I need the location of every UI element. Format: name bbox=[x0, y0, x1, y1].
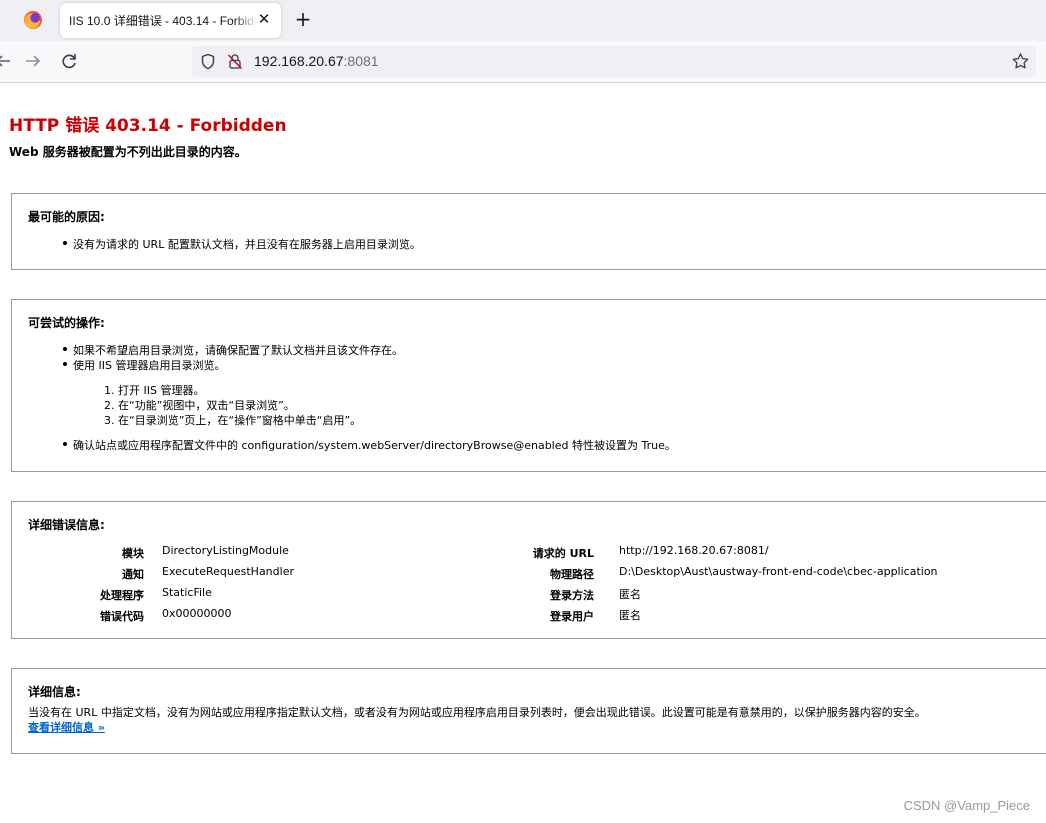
back-icon[interactable] bbox=[0, 50, 14, 72]
url-host: 192.168.20.67 bbox=[254, 53, 344, 69]
more-info-heading: 详细信息: bbox=[28, 685, 81, 699]
page-content: HTTP 错误 403.14 - Forbidden Web 服务器被配置为不列… bbox=[0, 83, 1046, 823]
detail-value: 匿名 bbox=[619, 609, 641, 622]
insecure-lock-icon[interactable] bbox=[227, 53, 243, 70]
action-item: 使用 IIS 管理器启用目录浏览。 bbox=[62, 359, 226, 372]
watermark: CSDN @Vamp_Piece bbox=[903, 798, 1030, 813]
tab-bar: IIS 10.0 详细错误 - 403.14 - Forbidden ✕ + bbox=[0, 0, 1046, 41]
detail-label: 通知 bbox=[122, 568, 144, 581]
detail-label: 处理程序 bbox=[100, 589, 144, 602]
action-step: 1. 打开 IIS 管理器。 bbox=[104, 384, 205, 397]
actions-heading: 可尝试的操作: bbox=[28, 316, 105, 330]
detail-label: 请求的 URL bbox=[532, 547, 594, 560]
causes-heading: 最可能的原因: bbox=[28, 210, 105, 224]
detail-label: 错误代码 bbox=[100, 610, 144, 623]
action-item: 如果不希望启用目录浏览，请确保配置了默认文档并且该文件存在。 bbox=[63, 344, 403, 357]
new-tab-icon[interactable]: + bbox=[292, 8, 314, 30]
details-heading: 详细错误信息: bbox=[28, 518, 105, 532]
detail-label: 模块 bbox=[122, 547, 144, 560]
url-bar[interactable]: 192.168.20.67:8081 bbox=[192, 46, 1036, 77]
shield-icon[interactable] bbox=[200, 53, 216, 70]
action-step: 2. 在“功能”视图中，双击“目录浏览”。 bbox=[104, 399, 295, 412]
action-item: 确认站点或应用程序配置文件中的 configuration/system.web… bbox=[63, 439, 676, 452]
detail-label: 物理路径 bbox=[550, 568, 594, 581]
tab-title: IIS 10.0 详细错误 - 403.14 - Forbidden bbox=[69, 14, 257, 28]
bookmark-star-icon[interactable] bbox=[1011, 52, 1030, 71]
forward-icon[interactable] bbox=[22, 50, 44, 72]
more-info-box: 详细信息: 当没有在 URL 中指定文档，没有为网站或应用程序指定默认文档，或者… bbox=[11, 668, 1046, 754]
more-info-text: 当没有在 URL 中指定文档，没有为网站或应用程序指定默认文档，或者没有为网站或… bbox=[28, 706, 926, 719]
cause-item: 没有为请求的 URL 配置默认文档，并且没有在服务器上启用目录浏览。 bbox=[63, 238, 421, 251]
action-step: 3. 在“目录浏览”页上，在“操作”窗格中单击“启用”。 bbox=[104, 414, 362, 427]
detail-value: DirectoryListingModule bbox=[162, 544, 289, 557]
detail-value: 0x00000000 bbox=[162, 607, 232, 620]
causes-box: 最可能的原因: 没有为请求的 URL 配置默认文档，并且没有在服务器上启用目录浏… bbox=[11, 193, 1046, 270]
detail-value: http://192.168.20.67:8081/ bbox=[619, 544, 769, 557]
more-info-link[interactable]: 查看详细信息 » bbox=[28, 719, 105, 735]
detail-value: D:\Desktop\Aust\austway-front-end-code\c… bbox=[619, 565, 938, 578]
error-subtitle: Web 服务器被配置为不列出此目录的内容。 bbox=[9, 145, 247, 159]
details-box: 详细错误信息: 模块 DirectoryListingModule 通知 Exe… bbox=[11, 501, 1046, 639]
detail-label: 登录用户 bbox=[550, 610, 594, 623]
close-icon[interactable]: ✕ bbox=[255, 10, 273, 28]
detail-label: 登录方法 bbox=[550, 589, 594, 602]
url-port: :8081 bbox=[343, 53, 379, 69]
detail-value: ExecuteRequestHandler bbox=[162, 565, 294, 578]
actions-box: 可尝试的操作: 如果不希望启用目录浏览，请确保配置了默认文档并且该文件存在。 使… bbox=[11, 299, 1046, 472]
detail-value: 匿名 bbox=[619, 588, 641, 601]
url-text[interactable]: 192.168.20.67:8081 bbox=[254, 53, 379, 69]
browser-tab[interactable]: IIS 10.0 详细错误 - 403.14 - Forbidden ✕ bbox=[60, 3, 281, 38]
firefox-logo-icon[interactable] bbox=[24, 11, 42, 29]
detail-value: StaticFile bbox=[162, 586, 212, 599]
reload-icon[interactable] bbox=[58, 50, 80, 72]
error-title: HTTP 错误 403.14 - Forbidden bbox=[9, 116, 287, 136]
navigation-bar: 192.168.20.67:8081 bbox=[0, 41, 1046, 83]
